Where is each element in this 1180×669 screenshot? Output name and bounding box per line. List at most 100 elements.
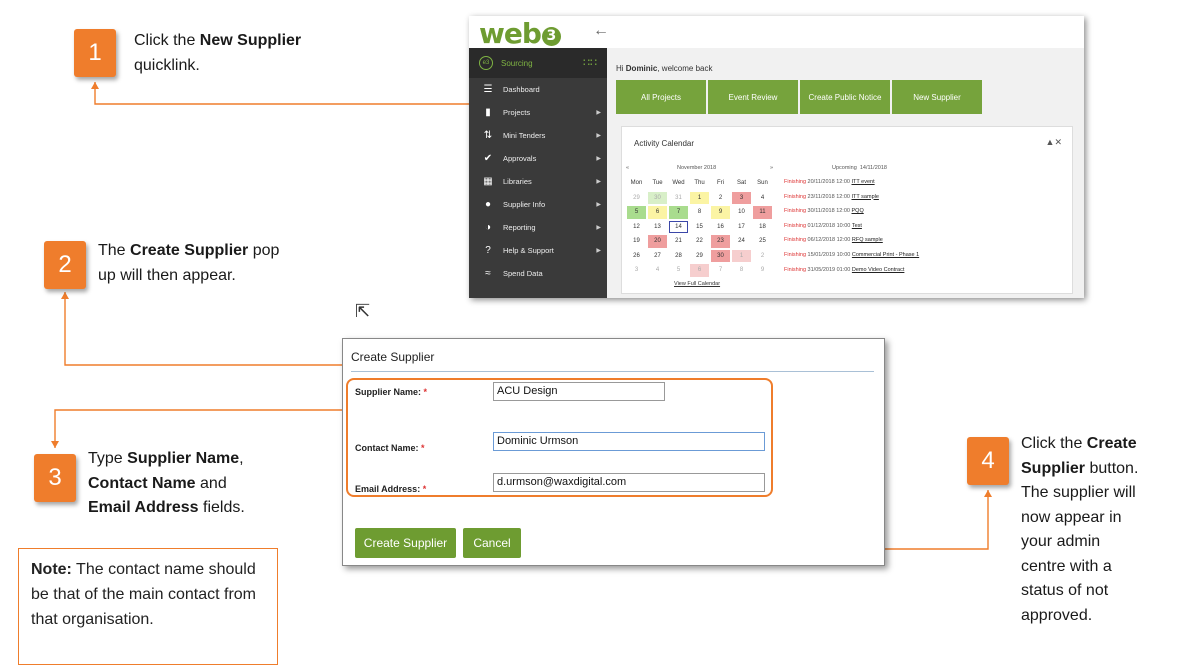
calendar-day[interactable]: 6 (648, 206, 667, 219)
upcoming-status: Finishing (784, 237, 807, 244)
calendar-day[interactable]: 1 (732, 249, 751, 262)
calendar-day[interactable]: 2 (711, 192, 730, 205)
back-arrow-icon[interactable]: ← (593, 22, 609, 40)
user-icon: ● (484, 199, 492, 210)
welcome-message: Hi Dominic, welcome back (616, 64, 713, 73)
calendar-day[interactable]: 4 (753, 192, 772, 205)
sidebar-item-help-support[interactable]: ? Help & Support ▶ (469, 239, 607, 262)
upcoming-event-link[interactable]: Test (852, 223, 862, 229)
upcoming-event-link[interactable]: Commercial Print - Phase 1 (852, 252, 919, 258)
activity-calendar-panel: Activity Calendar ▲✕ « November 2018 » M… (621, 126, 1073, 294)
sidebar-item-mini-tenders[interactable]: ⇅ Mini Tenders ▶ (469, 124, 607, 147)
quicklink-new-supplier[interactable]: New Supplier (892, 80, 982, 114)
calendar-day[interactable]: 3 (627, 264, 646, 277)
app-topbar: web 3 ← (469, 16, 1084, 50)
upcoming-row: Finishing 23/11/2018 12:00 ITT sample (784, 194, 879, 200)
mouse-cursor-icon: ⇱ (355, 301, 371, 321)
caret-right-icon: ▶ (596, 133, 601, 139)
calendar-day-header: Fri (717, 180, 724, 187)
calendar-day[interactable]: 10 (732, 206, 751, 219)
calendar-day[interactable]: 27 (648, 250, 667, 263)
calendar-day[interactable]: 1 (690, 191, 709, 204)
calendar-day[interactable]: 11 (753, 206, 772, 219)
upcoming-status: Finishing (784, 222, 807, 229)
calendar-day[interactable]: 2 (753, 250, 772, 263)
panel-controls[interactable]: ▲✕ (1046, 137, 1062, 148)
sidebar-item-supplier-info[interactable]: ● Supplier Info ▶ (469, 193, 607, 216)
calendar-day[interactable]: 31 (669, 192, 688, 205)
upcoming-event-link[interactable]: ITT event (852, 179, 875, 185)
calendar-day[interactable]: 29 (627, 192, 646, 205)
caret-right-icon: ▶ (596, 248, 601, 254)
calendar-day[interactable]: 20 (648, 235, 667, 248)
step-1-badge: 1 (74, 29, 116, 77)
calendar-day[interactable]: 3 (732, 191, 751, 204)
calendar-day[interactable]: 8 (732, 264, 751, 277)
calendar-next[interactable]: » (770, 165, 773, 171)
caret-right-icon: ▶ (596, 179, 601, 185)
upcoming-row: Finishing 01/12/2018 10:00 Test (784, 223, 862, 229)
calendar-day[interactable]: 13 (648, 221, 667, 234)
upcoming-event-link[interactable]: RFQ sample (852, 237, 883, 243)
create-supplier-button[interactable]: Create Supplier (355, 528, 456, 558)
book-icon: ▦ (483, 176, 493, 187)
calendar-day[interactable]: 9 (753, 264, 772, 277)
calendar-day[interactable]: 28 (669, 250, 688, 263)
calendar-day[interactable]: 5 (669, 264, 688, 277)
calendar-day[interactable]: 7 (669, 206, 688, 219)
calendar-day[interactable]: 4 (648, 264, 667, 277)
calendar-day[interactable]: 6 (690, 264, 709, 277)
calendar-day[interactable]: 21 (669, 235, 688, 248)
upcoming-date: 20/11/2018 12:00 (807, 179, 850, 185)
quicklink-all-projects[interactable]: All Projects (616, 80, 706, 114)
cancel-button[interactable]: Cancel (463, 528, 521, 558)
upcoming-event-link[interactable]: PQQ (852, 208, 864, 214)
upcoming-status: Finishing (784, 179, 807, 185)
sidebar-item-approvals[interactable]: ✔ Approvals ▶ (469, 147, 607, 170)
calendar-day[interactable]: 9 (711, 206, 730, 219)
calendar-day[interactable]: 12 (627, 221, 646, 234)
step-1-text: Click the New Supplier quicklink. (134, 32, 302, 74)
calendar-day[interactable]: 5 (627, 206, 646, 219)
step-4-text: Click the Create Supplier button. The su… (1021, 435, 1139, 624)
calendar-day[interactable]: 23 (711, 235, 730, 248)
sort-arrows-icon: ⇅ (483, 130, 493, 141)
upcoming-date: 23/11/2018 12:00 (807, 193, 850, 200)
calendar-day[interactable]: 22 (690, 235, 709, 248)
folder-icon: ▮ (485, 107, 491, 118)
calendar-day[interactable]: 19 (627, 235, 646, 248)
calendar-day[interactable]: 30 (711, 249, 730, 262)
calendar-day[interactable]: 14 (669, 220, 688, 233)
sidebar-item-projects[interactable]: ▮ Projects ▶ (469, 101, 607, 124)
calendar-day-header: Mon (630, 180, 643, 187)
upcoming-event-link[interactable]: Demo Video Contract (852, 267, 904, 273)
sidebar-module-sourcing[interactable]: e3 Sourcing ∷∷ (469, 48, 607, 78)
calendar-day[interactable]: 29 (690, 250, 709, 263)
grid-icon[interactable]: ∷∷ (583, 56, 597, 69)
calendar-day[interactable]: 25 (753, 235, 772, 248)
calendar-day[interactable]: 26 (627, 250, 646, 263)
step-2-badge: 2 (44, 241, 86, 289)
check-circle-icon: ✔ (483, 153, 493, 164)
view-full-calendar-link[interactable]: View Full Calendar (674, 281, 720, 287)
sidebar-item-spend-data[interactable]: ≈ Spend Data (469, 262, 607, 285)
calendar-day[interactable]: 7 (711, 264, 730, 277)
calendar-day-header: Thu (694, 180, 705, 187)
sidebar-item-libraries[interactable]: ▦ Libraries ▶ (469, 170, 607, 193)
calendar-day[interactable]: 15 (690, 221, 709, 234)
calendar-day[interactable]: 16 (711, 221, 730, 234)
line-chart-icon: ≈ (485, 268, 491, 279)
calendar-day[interactable]: 17 (732, 221, 751, 234)
upcoming-date: 15/01/2019 10:00 (807, 252, 851, 258)
upcoming-status: Finishing (784, 252, 807, 258)
calendar-prev[interactable]: « (626, 165, 629, 171)
sidebar-item-dashboard[interactable]: ☰ Dashboard (469, 78, 607, 101)
sidebar-item-reporting[interactable]: ◑ Reporting ▶ (469, 216, 607, 239)
calendar-day[interactable]: 24 (732, 235, 751, 248)
calendar-day[interactable]: 8 (690, 206, 709, 219)
upcoming-event-link[interactable]: ITT sample (852, 194, 879, 200)
quicklink-create-public-notice[interactable]: Create Public Notice (800, 80, 890, 114)
calendar-day[interactable]: 30 (648, 191, 667, 204)
quicklink-event-review[interactable]: Event Review (708, 80, 798, 114)
calendar-day[interactable]: 18 (753, 221, 772, 234)
